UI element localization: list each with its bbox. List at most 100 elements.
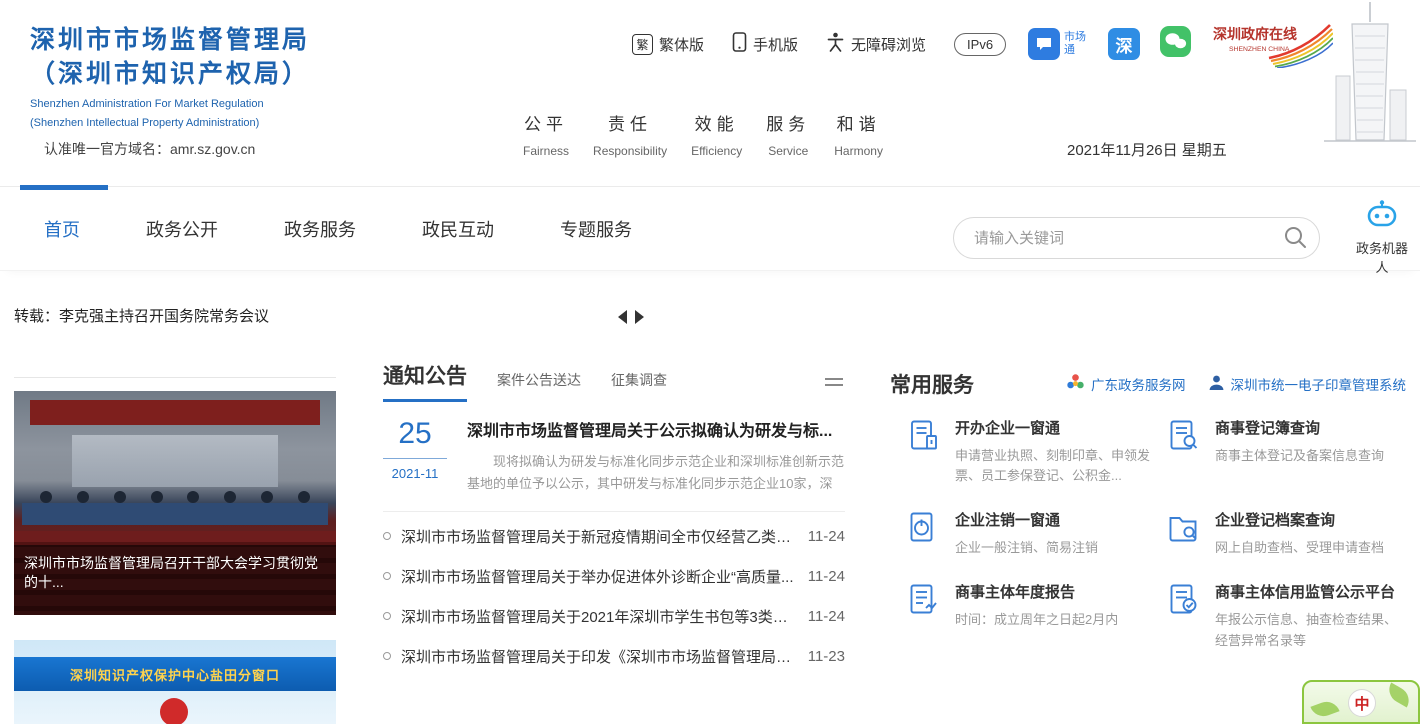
site-title-en1: Shenzhen Administration For Market Regul… bbox=[30, 97, 310, 112]
traditional-chinese-label: 繁体版 bbox=[659, 34, 704, 55]
featured-title: 深圳市市场监督管理局关于公示拟确认为研发与标... bbox=[467, 417, 845, 441]
page: 深圳市市场监督管理局 （深圳市知识产权局） Shenzhen Administr… bbox=[0, 0, 1420, 724]
main-navigation: 首页 政务公开 政务服务 政民互动 专题服务 政务机器人 bbox=[0, 186, 1420, 271]
carousel-slide-ceremony[interactable]: 深圳知识产权保护中心盐田分窗口 bbox=[14, 640, 336, 724]
ipv6-badge[interactable]: IPv6 bbox=[954, 33, 1006, 56]
value-harmony: 和谐 Harmony bbox=[834, 110, 883, 158]
service-annual-report[interactable]: 商事主体年度报告 时间：成立周年之日起2月内 bbox=[905, 581, 1155, 650]
news-ticker[interactable]: 转载：李克强主持召开国务院常务会议 bbox=[14, 305, 269, 326]
value-efficiency: 效能 Efficiency bbox=[691, 110, 742, 158]
notice-list: 深圳市市场监督管理局关于新冠疫情期间全市仅经营乙类非... 11-24 深圳市市… bbox=[383, 516, 845, 676]
nav-item-gov-disclosure[interactable]: 政务公开 bbox=[146, 216, 218, 242]
robot-icon bbox=[1364, 217, 1400, 234]
accessibility-link[interactable]: 无障碍浏览 bbox=[826, 32, 926, 56]
ticker-controls bbox=[618, 310, 644, 324]
more-icon[interactable] bbox=[825, 374, 843, 390]
search-box[interactable] bbox=[953, 217, 1320, 259]
tab-notices[interactable]: 通知公告 bbox=[383, 360, 467, 402]
bullet-icon bbox=[383, 532, 391, 540]
nav-item-interaction[interactable]: 政民互动 bbox=[422, 216, 494, 242]
guangdong-service-link[interactable]: 广东政务服务网 bbox=[1066, 373, 1186, 395]
credit-platform-icon bbox=[1165, 581, 1201, 617]
ticker-next-icon[interactable] bbox=[635, 310, 644, 324]
site-title-line2: （深圳市知识产权局） bbox=[30, 58, 310, 92]
search-input[interactable] bbox=[974, 230, 1283, 247]
featured-summary: 现将拟确认为研发与标准化同步示范企业和深圳标准创新示范基地的单位予以公示，其中研… bbox=[467, 451, 845, 496]
gov-logo-text: 深圳政府在线 bbox=[1213, 26, 1297, 42]
shenzhen-gov-online-logo[interactable]: 深圳政府在线 SHENZHEN CHINA bbox=[1213, 22, 1333, 73]
ceremony-banner: 深圳知识产权保护中心盐田分窗口 bbox=[14, 657, 336, 691]
archive-query-icon bbox=[1165, 509, 1201, 545]
notices-divider bbox=[383, 511, 845, 512]
mobile-version-link[interactable]: 手机版 bbox=[732, 32, 798, 56]
service-archive-query[interactable]: 企业登记档案查询 网上自助查档、受理申请查档 bbox=[1165, 509, 1406, 558]
search-icon bbox=[1283, 225, 1307, 252]
gov-robot-button[interactable]: 政务机器人 bbox=[1350, 200, 1414, 276]
accessibility-icon bbox=[826, 32, 845, 56]
service-registry-query[interactable]: 商事登记簿查询 商事主体登记及备案信息查询 bbox=[1165, 417, 1406, 486]
site-title-en2: (Shenzhen Intellectual Property Administ… bbox=[30, 116, 310, 131]
bullet-icon bbox=[383, 612, 391, 620]
eseal-system-link[interactable]: 深圳市统一电子印章管理系统 bbox=[1208, 374, 1407, 394]
current-date: 2021年11月26日 星期五 bbox=[1067, 139, 1227, 160]
official-domain-notice: 认准唯一官方域名：amr.sz.gov.cn bbox=[44, 139, 255, 159]
site-title-line1: 深圳市市场监督管理局 bbox=[30, 24, 310, 58]
ticker-prev-icon[interactable] bbox=[618, 310, 627, 324]
nav-item-home[interactable]: 首页 bbox=[44, 216, 80, 242]
value-fairness: 公平 Fairness bbox=[523, 110, 569, 158]
nav-item-special-services[interactable]: 专题服务 bbox=[560, 216, 632, 242]
site-logo[interactable]: 深圳市市场监督管理局 （深圳市知识产权局） Shenzhen Administr… bbox=[30, 24, 310, 131]
service-open-business[interactable]: 开办企业一窗通 申请营业执照、刻制印章、申领发票、员工参保登记、公积金... bbox=[905, 417, 1155, 486]
notice-item[interactable]: 深圳市市场监督管理局关于2021年深圳市学生书包等3类产... 11-24 bbox=[383, 596, 845, 636]
bullet-icon bbox=[383, 652, 391, 660]
business-open-icon bbox=[905, 417, 941, 453]
featured-day: 25 bbox=[383, 417, 447, 459]
market-app-icon bbox=[1028, 28, 1060, 60]
market-app-label: 市场通 bbox=[1064, 31, 1088, 57]
accessibility-label: 无障碍浏览 bbox=[851, 34, 926, 55]
service-deregister[interactable]: 企业注销一窗通 企业一般注销、简易注销 bbox=[905, 509, 1155, 558]
wechat-icon bbox=[1160, 26, 1191, 62]
featured-notice[interactable]: 25 2021-11 深圳市市场监督管理局关于公示拟确认为研发与标... 现将拟… bbox=[383, 417, 845, 496]
building-illustration bbox=[1318, 2, 1418, 161]
services-panel: 常用服务 广东政务服务网 深圳市统一电子印章管理系统 开办企业一窗通 申请营业执… bbox=[890, 366, 1406, 651]
value-responsibility: 责任 Responsibility bbox=[593, 110, 667, 158]
notices-panel: 通知公告 案件公告送达 征集调查 25 2021-11 深圳市市场监督管理局关于… bbox=[383, 366, 845, 676]
bullet-icon bbox=[383, 572, 391, 580]
header-quick-links: 繁 繁体版 手机版 无障碍浏览 IPv6 bbox=[632, 32, 1006, 56]
shen-app-link[interactable]: 深 bbox=[1108, 28, 1140, 60]
traditional-chinese-icon: 繁 bbox=[632, 34, 653, 55]
search-button[interactable] bbox=[1283, 225, 1307, 252]
tab-case-announcements[interactable]: 案件公告送达 bbox=[497, 370, 581, 402]
featured-date: 25 2021-11 bbox=[383, 417, 447, 496]
wechat-link[interactable] bbox=[1160, 26, 1191, 62]
annual-report-icon bbox=[905, 581, 941, 617]
tab-surveys[interactable]: 征集调查 bbox=[611, 370, 667, 402]
registry-query-icon bbox=[1165, 417, 1201, 453]
leaf-icon bbox=[1310, 698, 1339, 720]
core-values: 公平 Fairness 责任 Responsibility 效能 Efficie… bbox=[523, 110, 883, 158]
carousel-slide-meeting[interactable]: 深圳市市场监督管理局召开干部大会学习贯彻党的十... bbox=[14, 391, 336, 615]
gov-logo-subtext: SHENZHEN CHINA bbox=[1229, 46, 1290, 53]
services-title: 常用服务 bbox=[890, 369, 974, 399]
ceremony-ribbon bbox=[160, 698, 188, 724]
flower-icon bbox=[1066, 373, 1085, 395]
traditional-chinese-link[interactable]: 繁 繁体版 bbox=[632, 34, 704, 55]
notice-item[interactable]: 深圳市市场监督管理局关于举办促进体外诊断企业“高质量... 11-24 bbox=[383, 556, 845, 596]
news-carousel: 深圳市市场监督管理局召开干部大会学习贯彻党的十... 深圳知识产权保护中心盐田分… bbox=[14, 376, 336, 724]
mobile-icon bbox=[732, 32, 747, 56]
service-credit-platform[interactable]: 商事主体信用监管公示平台 年报公示信息、抽查检查结果、经营异常名录等 bbox=[1165, 581, 1406, 650]
value-service: 服务 Service bbox=[766, 110, 810, 158]
notice-item[interactable]: 深圳市市场监督管理局关于新冠疫情期间全市仅经营乙类非... 11-24 bbox=[383, 516, 845, 556]
notice-item[interactable]: 深圳市市场监督管理局关于印发《深圳市市场监督管理局商... 11-23 bbox=[383, 636, 845, 676]
nav-item-gov-services[interactable]: 政务服务 bbox=[284, 216, 356, 242]
china-gov-badge: 中 bbox=[1348, 689, 1376, 717]
deregister-icon bbox=[905, 509, 941, 545]
floating-widget[interactable]: 中 bbox=[1302, 680, 1420, 724]
featured-month: 2021-11 bbox=[383, 466, 447, 481]
header-app-icons: 市场通 深 bbox=[1028, 26, 1191, 62]
market-app-link[interactable]: 市场通 bbox=[1028, 28, 1088, 60]
mobile-version-label: 手机版 bbox=[753, 34, 798, 55]
carousel-caption: 深圳市市场监督管理局召开干部大会学习贯彻党的十... bbox=[14, 545, 336, 615]
shen-app-icon: 深 bbox=[1108, 28, 1140, 60]
